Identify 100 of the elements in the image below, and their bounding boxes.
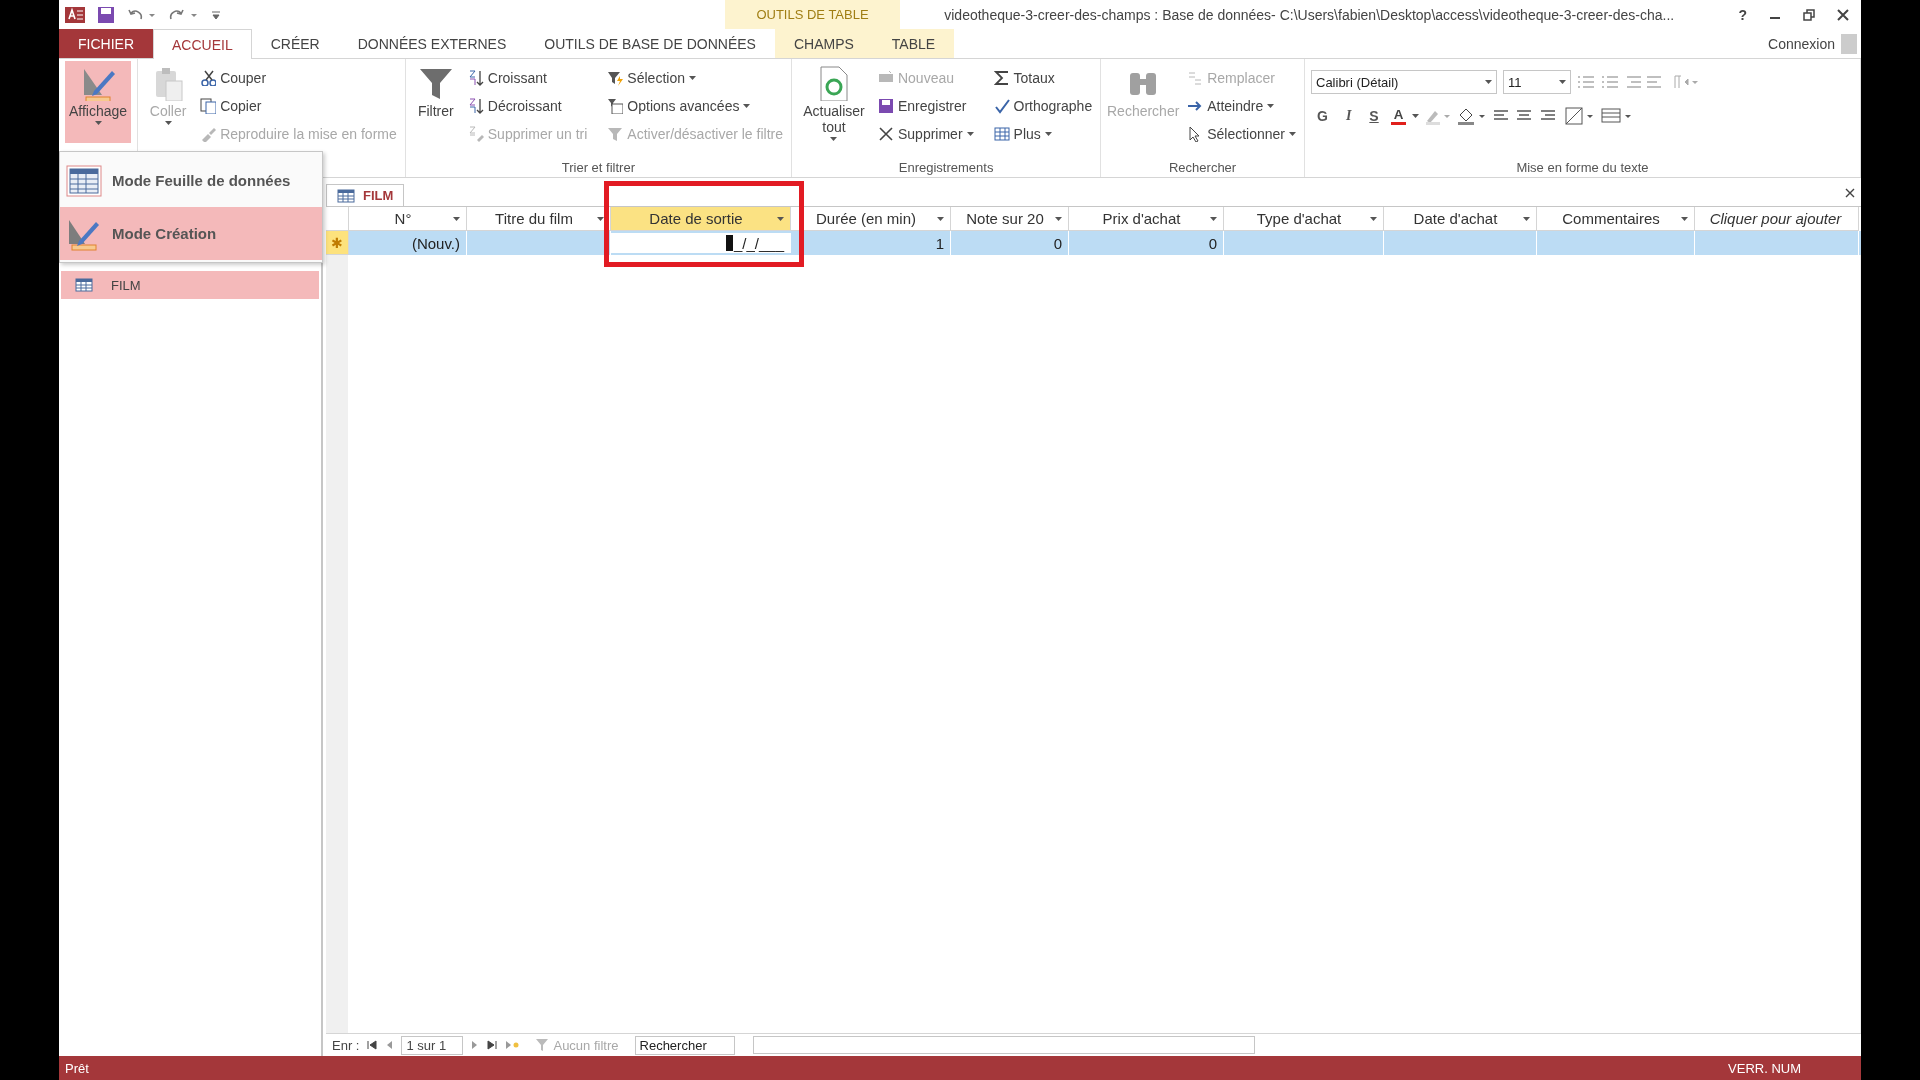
scissors-icon bbox=[200, 70, 217, 86]
column-header[interactable]: Note sur 20 bbox=[951, 207, 1069, 231]
sort-descending-icon bbox=[467, 98, 484, 114]
fill-bucket-icon[interactable] bbox=[1457, 107, 1488, 125]
status-text: Prêt bbox=[65, 1060, 89, 1076]
caret-icon bbox=[1055, 216, 1062, 221]
column-header[interactable]: Cliquer pour ajouter bbox=[1695, 207, 1859, 231]
first-record-icon[interactable] bbox=[367, 1040, 378, 1050]
document-tab[interactable]: FILM bbox=[326, 184, 405, 206]
ribbon-button[interactable]: Décroissant bbox=[465, 92, 590, 120]
table-cell[interactable]: 1 bbox=[791, 231, 951, 255]
ribbon-button[interactable]: Couper bbox=[198, 64, 399, 92]
clear-sort-icon bbox=[467, 126, 484, 142]
caret-icon bbox=[597, 216, 604, 221]
previous-record-icon[interactable] bbox=[385, 1040, 394, 1050]
save-icon[interactable] bbox=[97, 5, 115, 24]
column-header[interactable]: Type d'achat bbox=[1224, 207, 1384, 231]
caret-icon bbox=[1289, 132, 1296, 136]
caret-icon bbox=[1523, 216, 1530, 221]
ribbon-button[interactable]: Copier bbox=[198, 92, 399, 120]
ribbon-tab[interactable]: ACCUEIL bbox=[153, 29, 252, 59]
ribbon-tab[interactable]: OUTILS DE BASE DE DONNÉES bbox=[525, 29, 775, 58]
ribbon-tab[interactable]: TABLE bbox=[872, 29, 955, 58]
spelling-check-icon bbox=[993, 98, 1010, 114]
ribbon-button[interactable]: Orthographe bbox=[991, 92, 1095, 120]
column-header[interactable]: Prix d'achat bbox=[1069, 207, 1224, 231]
menu-item[interactable]: Mode Création bbox=[60, 207, 322, 260]
ribbon-tab[interactable]: CHAMPS bbox=[774, 29, 873, 58]
text-style-button[interactable]: S bbox=[1363, 108, 1385, 124]
caret-icon bbox=[1044, 132, 1052, 136]
caret-icon bbox=[743, 104, 751, 108]
ribbon-button[interactable]: Sélection bbox=[605, 64, 785, 92]
column-header[interactable]: Durée (en min) bbox=[791, 207, 951, 231]
ribbon-button[interactable]: Totaux bbox=[991, 64, 1095, 92]
table-icon bbox=[337, 188, 355, 203]
window-title: videotheque-3-creer-des-champs : Base de données- C:\Users\fabien\Desktop\access\videotheque-3-creer-des-cha... bbox=[943, 5, 1676, 25]
funnel-lightning-icon bbox=[607, 70, 624, 86]
help-button[interactable]: ? bbox=[1738, 6, 1747, 23]
text-style-button[interactable]: I bbox=[1339, 108, 1358, 124]
column-header[interactable]: N° bbox=[349, 207, 467, 231]
sort-ascending-icon bbox=[467, 70, 484, 86]
font-size-field[interactable]: 11 bbox=[1503, 70, 1571, 94]
caret-icon bbox=[1559, 80, 1566, 84]
column-header[interactable]: Date d'achat bbox=[1384, 207, 1537, 231]
last-record-icon[interactable] bbox=[487, 1040, 498, 1050]
column-header[interactable]: Titre du film bbox=[467, 207, 611, 231]
record-label: Enr : bbox=[332, 1037, 360, 1053]
ribbon-button[interactable]: Enregistrer bbox=[875, 92, 976, 120]
horizontal-scrollbar[interactable] bbox=[752, 1036, 1255, 1054]
font-name-field[interactable]: Calibri (Détail) bbox=[1311, 70, 1497, 94]
ribbon-button[interactable]: Supprimer bbox=[875, 120, 976, 148]
table-icon bbox=[993, 126, 1010, 142]
ribbon-button[interactable]: Plus bbox=[991, 120, 1095, 148]
caret-icon bbox=[966, 132, 974, 136]
search-field[interactable]: Rechercher bbox=[634, 1035, 735, 1055]
ribbon-button[interactable]: Sélectionner bbox=[1185, 120, 1298, 148]
caret-icon bbox=[1370, 216, 1377, 221]
alternate-row-color-icon[interactable] bbox=[1565, 107, 1596, 125]
caret-icon bbox=[1267, 104, 1275, 108]
ribbon-tab[interactable]: CRÉER bbox=[251, 29, 339, 58]
restore-icon[interactable] bbox=[1803, 8, 1815, 21]
text-style-button[interactable]: G bbox=[1311, 108, 1334, 124]
new-record-marker: ✱ bbox=[326, 231, 349, 255]
close-icon[interactable] bbox=[1845, 188, 1855, 198]
caret-icon bbox=[830, 137, 838, 142]
menu-item[interactable]: Mode Feuille de données bbox=[60, 154, 322, 207]
save-icon bbox=[877, 98, 894, 114]
ribbon-button[interactable]: Atteindre bbox=[1185, 92, 1298, 120]
ribbon-tab[interactable]: DONNÉES EXTERNES bbox=[338, 29, 526, 58]
font-color-button[interactable]: A bbox=[1390, 107, 1407, 125]
table-cell[interactable]: (Nouv.) bbox=[349, 231, 467, 255]
caret-icon bbox=[164, 121, 172, 126]
ribbon-button[interactable]: Affichage bbox=[65, 61, 132, 143]
record-position-field[interactable]: 1 sur 1 bbox=[401, 1035, 464, 1055]
gridlines-icon[interactable] bbox=[1601, 107, 1634, 125]
caret-icon bbox=[688, 76, 696, 80]
ribbon-tab[interactable]: FICHIER bbox=[59, 29, 153, 58]
column-header[interactable]: Commentaires bbox=[1537, 207, 1695, 231]
table-icon bbox=[75, 278, 93, 292]
ribbon-button[interactable]: Filtrer bbox=[411, 61, 460, 157]
funnel-form-icon bbox=[607, 98, 624, 114]
avatar-icon bbox=[1841, 33, 1857, 54]
caret-icon bbox=[777, 216, 784, 221]
paragraph-direction-icon[interactable] bbox=[1671, 74, 1699, 90]
close-icon[interactable] bbox=[1837, 8, 1849, 21]
caret-icon bbox=[94, 121, 102, 126]
ribbon-button[interactable]: Options avancées bbox=[605, 92, 785, 120]
table-cell[interactable]: 0 bbox=[1069, 231, 1224, 255]
table-cell[interactable]: _/_/___ bbox=[611, 233, 791, 253]
table-cell[interactable]: 0 bbox=[951, 231, 1069, 255]
customize-icon[interactable] bbox=[211, 9, 221, 20]
nav-item[interactable]: FILM bbox=[61, 271, 319, 299]
group-label: Mise en forme du texte bbox=[1516, 159, 1649, 175]
context-tab-label: OUTILS DE TABLE bbox=[725, 0, 900, 29]
group-label: Rechercher bbox=[1169, 159, 1237, 175]
caret-icon bbox=[1485, 80, 1492, 84]
ribbon-button[interactable]: Actualiser tout bbox=[797, 61, 870, 157]
column-header[interactable]: Date de sortie bbox=[611, 207, 791, 231]
sign-in-link[interactable]: Connexion bbox=[1768, 35, 1835, 52]
ribbon-button[interactable]: Croissant bbox=[465, 64, 590, 92]
